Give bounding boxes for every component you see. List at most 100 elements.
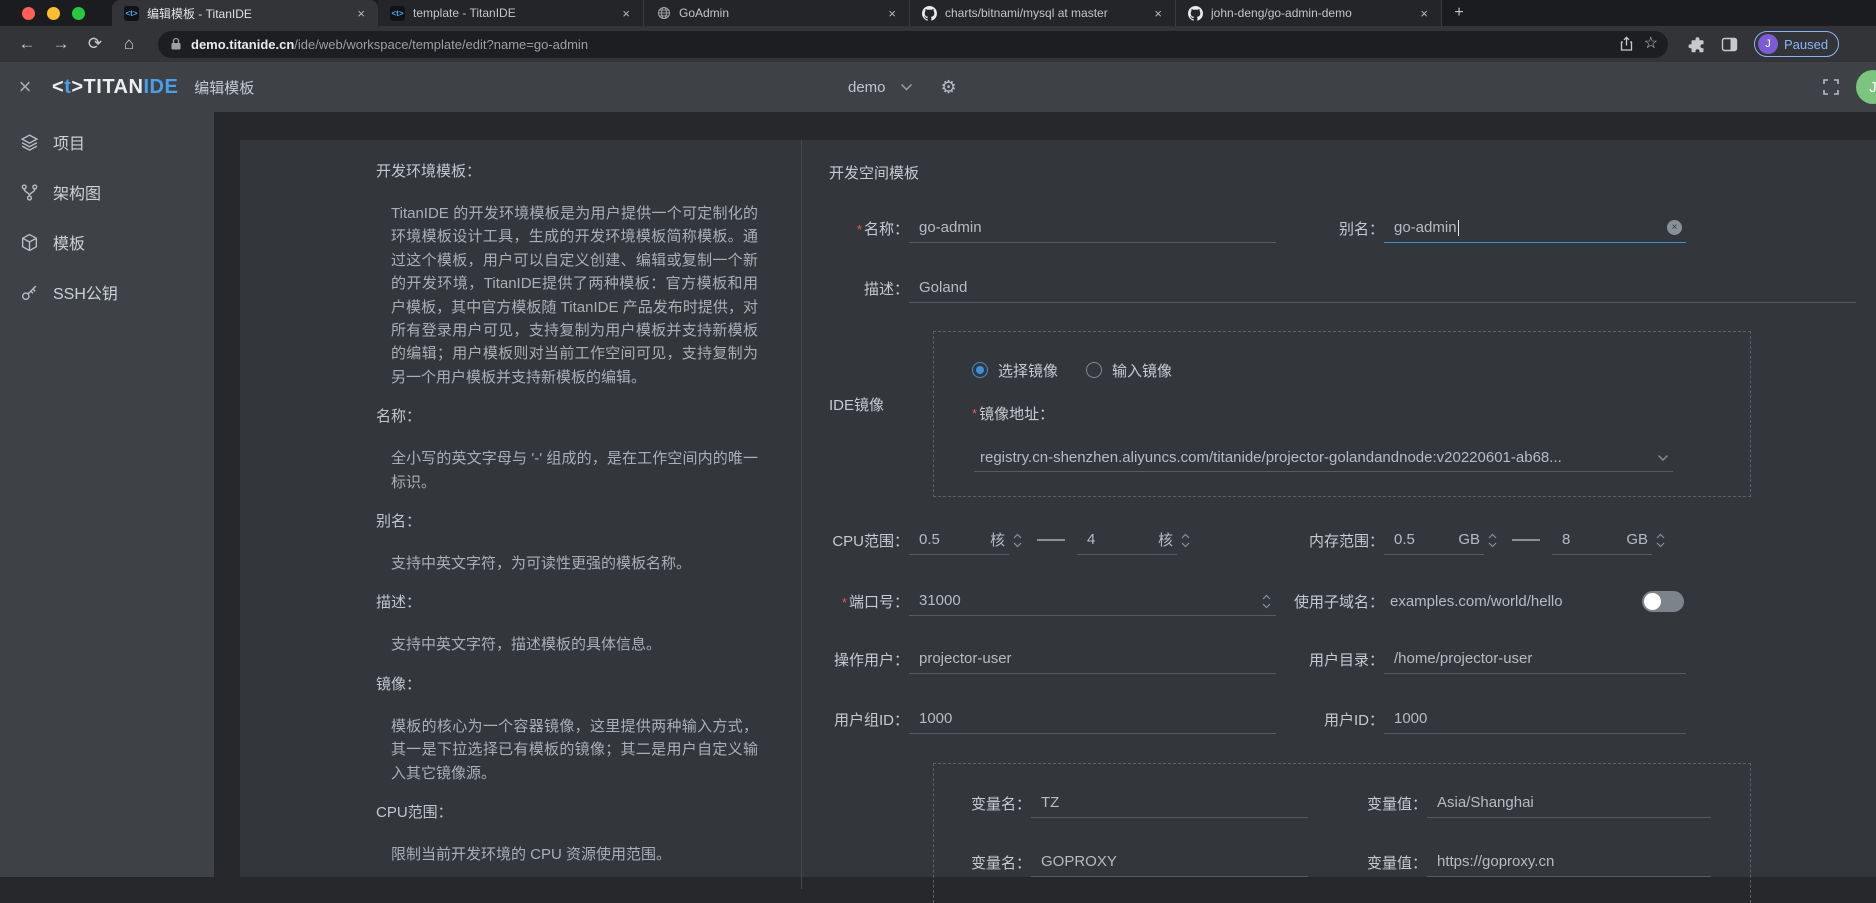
cpu-min-input[interactable]: 0.5核	[909, 525, 1009, 555]
app-header: × <t>TITANIDE 编辑模板 demo ⚙ J	[0, 62, 1876, 112]
form-row-port-subdomain: *端口号： 31000 使用子域名： examples.com/world/he…	[829, 586, 1856, 616]
browser-tab-strip: <t> 编辑模板 - TitanIDE × <t> template - Tit…	[0, 0, 1876, 26]
radio-input-image[interactable]	[1086, 362, 1102, 378]
github-icon	[922, 6, 937, 21]
forward-icon[interactable]: →	[44, 34, 78, 54]
close-editor-icon[interactable]: ×	[12, 74, 38, 100]
tab-title: 编辑模板 - TitanIDE	[147, 5, 346, 22]
tab-close-icon[interactable]: ×	[885, 6, 899, 21]
memory-range-label: 内存范围：	[1292, 530, 1384, 551]
tab-close-icon[interactable]: ×	[619, 6, 633, 21]
subdomain-value: examples.com/world/hello	[1390, 593, 1563, 610]
radio-select-image[interactable]	[972, 362, 988, 378]
doc-body: 全小写的英文字母与 '-' 组成的，是在工作空间内的唯一标识。	[391, 447, 758, 494]
browser-tab-charts-mysql[interactable]: charts/bitnami/mysql at master ×	[910, 0, 1176, 26]
minimize-window-button[interactable]	[47, 7, 60, 20]
memory-max-input[interactable]: 8GB	[1552, 525, 1652, 555]
required-asterisk: *	[972, 406, 977, 421]
doc-heading: 名称：	[376, 405, 758, 428]
bookmark-star-icon[interactable]: ☆	[1644, 36, 1658, 52]
variable-name-label: 变量名：	[967, 793, 1031, 814]
sidebar-item-projects[interactable]: 项目	[0, 117, 214, 167]
variable-name-input[interactable]: TZ	[1031, 788, 1308, 818]
url-path: /ide/web/workspace/template/edit?name=go…	[294, 37, 1608, 52]
share-icon[interactable]	[1619, 36, 1634, 52]
image-address-select[interactable]: registry.cn-shenzhen.aliyuncs.com/titani…	[974, 444, 1673, 472]
radio-input-image-label: 输入镜像	[1112, 360, 1172, 381]
address-bar[interactable]: demo.titanide.cn /ide/web/workspace/temp…	[158, 31, 1668, 58]
tab-close-icon[interactable]: ×	[1417, 6, 1431, 21]
variables-group: 变量名： TZ 变量值： Asia/Shanghai 变量名： GOPROXY …	[933, 763, 1751, 903]
tab-title: template - TitanIDE	[413, 6, 611, 20]
variable-value-input[interactable]: Asia/Shanghai	[1427, 788, 1711, 818]
template-form: 开发空间模板 *名称： go-admin 别名： go-admin × 描述： …	[801, 140, 1876, 889]
user-avatar[interactable]: J	[1856, 70, 1876, 104]
radio-select-image-label: 选择镜像	[998, 360, 1058, 381]
stepper-icon[interactable]	[1484, 527, 1500, 553]
form-row-groupid-userid: 用户组ID： 1000 用户ID： 1000	[829, 704, 1856, 734]
tab-title: john-deng/go-admin-demo	[1211, 6, 1409, 20]
back-icon[interactable]: ←	[10, 34, 44, 54]
doc-body: 支持中英文字符，为可读性更强的模板名称。	[391, 552, 758, 575]
text-cursor	[1458, 220, 1460, 236]
titanide-logo: <t>TITANIDE	[52, 76, 178, 99]
range-dash	[1512, 539, 1540, 541]
doc-body: 支持中英文字符，描述模板的具体信息。	[391, 633, 758, 656]
group-id-label: 用户组ID：	[829, 709, 909, 730]
memory-min-input[interactable]: 0.5GB	[1384, 525, 1484, 555]
stepper-icon[interactable]	[1009, 527, 1025, 553]
subdomain-toggle[interactable]	[1642, 591, 1684, 612]
reload-icon[interactable]: ⟳	[78, 34, 112, 54]
chevron-down-icon[interactable]	[900, 83, 913, 91]
browser-tab-goadmin[interactable]: GoAdmin ×	[644, 0, 910, 26]
user-id-input[interactable]: 1000	[1384, 704, 1686, 734]
sidebar-item-architecture[interactable]: 架构图	[0, 167, 214, 217]
description-input[interactable]: Goland	[909, 273, 1856, 303]
variable-row: 变量名： GOPROXY 变量值： https://goproxy.cn	[967, 847, 1717, 877]
extensions-puzzle-icon[interactable]	[1688, 36, 1705, 53]
home-icon[interactable]: ⌂	[112, 34, 146, 54]
browser-tab-template[interactable]: <t> template - TitanIDE ×	[378, 0, 644, 26]
form-row-description: 描述： Goland	[829, 273, 1856, 303]
new-tab-button[interactable]: +	[1442, 0, 1476, 26]
group-id-input[interactable]: 1000	[909, 704, 1276, 734]
window-controls	[0, 0, 112, 26]
zoom-window-button[interactable]	[72, 7, 85, 20]
browser-profile-button[interactable]: J Paused	[1754, 31, 1839, 57]
user-id-label: 用户ID：	[1292, 709, 1384, 730]
sidebar-item-templates[interactable]: 模板	[0, 217, 214, 267]
user-dir-input[interactable]: /home/projector-user	[1384, 644, 1686, 674]
variable-value-input[interactable]: https://goproxy.cn	[1427, 847, 1711, 877]
globe-icon	[656, 6, 671, 21]
stepper-icon[interactable]	[1177, 527, 1193, 553]
doc-body: TitanIDE 的开发环境模板是为用户提供一个可定制化的环境模板设计工具，生成…	[391, 202, 758, 389]
clear-input-icon[interactable]: ×	[1667, 220, 1682, 235]
name-input[interactable]: go-admin	[909, 213, 1276, 243]
user-dir-label: 用户目录：	[1292, 649, 1384, 670]
side-panel-icon[interactable]	[1721, 36, 1738, 53]
settings-gear-icon[interactable]: ⚙	[941, 78, 957, 96]
alias-input[interactable]: go-admin ×	[1384, 213, 1686, 243]
variable-name-label: 变量名：	[967, 852, 1031, 873]
browser-tab-edit-template[interactable]: <t> 编辑模板 - TitanIDE ×	[112, 0, 378, 26]
cpu-max-input[interactable]: 4核	[1077, 525, 1177, 555]
profile-avatar: J	[1758, 34, 1778, 54]
tab-close-icon[interactable]: ×	[1151, 6, 1165, 21]
variable-row: 变量名： TZ 变量值： Asia/Shanghai	[967, 788, 1717, 818]
tab-close-icon[interactable]: ×	[354, 6, 368, 21]
workspace-selector[interactable]: demo	[848, 79, 886, 96]
fullscreen-icon[interactable]	[1822, 78, 1840, 96]
doc-heading: CPU范围：	[376, 801, 758, 824]
sidebar-item-label: 架构图	[53, 180, 101, 204]
form-row-operator-userdir: 操作用户： projector-user 用户目录： /home/project…	[829, 644, 1856, 674]
sidebar-item-label: 模板	[53, 230, 85, 254]
stepper-icon[interactable]	[1258, 588, 1274, 614]
browser-tab-go-admin-demo[interactable]: john-deng/go-admin-demo ×	[1176, 0, 1442, 26]
stepper-icon[interactable]	[1652, 527, 1668, 553]
sidebar-item-ssh-keys[interactable]: SSH公钥	[0, 267, 214, 317]
variable-name-input[interactable]: GOPROXY	[1031, 847, 1308, 877]
close-window-button[interactable]	[22, 7, 35, 20]
operator-input[interactable]: projector-user	[909, 644, 1276, 674]
chevron-down-icon[interactable]	[1657, 454, 1669, 462]
port-input[interactable]: 31000	[909, 586, 1276, 616]
